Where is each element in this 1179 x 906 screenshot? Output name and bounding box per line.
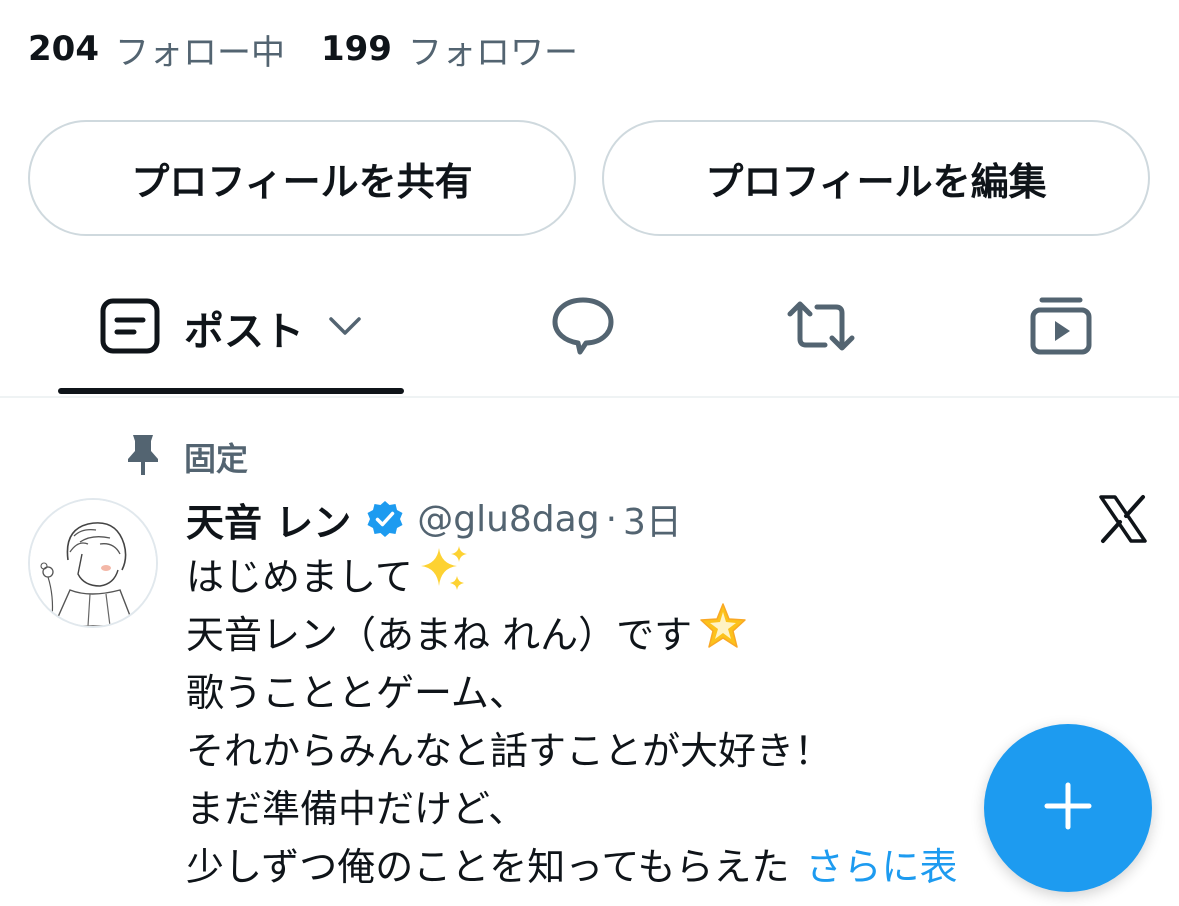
followers-label: フォロワー	[407, 32, 578, 73]
tweet-line-text: それからみんなと話すことが大好き！	[186, 729, 833, 773]
pinned-label: 固定	[184, 440, 249, 478]
avatar-illustration	[30, 500, 156, 626]
share-profile-button[interactable]: プロフィールを共有	[28, 120, 576, 236]
following-link[interactable]: 204 フォロー中	[28, 25, 285, 74]
verified-badge-icon	[365, 499, 405, 539]
tab-posts-label: ポスト	[184, 309, 304, 355]
tweet-line: はじめまして	[186, 546, 1146, 606]
avatar[interactable]	[28, 498, 158, 628]
follow-stats: 204 フォロー中 199 フォロワー	[28, 24, 614, 74]
reply-icon	[550, 295, 616, 361]
plus-icon	[1043, 781, 1093, 835]
separator-dot: ·	[605, 498, 618, 540]
compose-post-button[interactable]	[984, 724, 1152, 892]
active-tab-indicator	[58, 388, 404, 394]
tweet-line-text: 天音レン（あまね れん）です	[186, 613, 693, 657]
followers-link[interactable]: 199 フォロワー	[321, 25, 578, 74]
chevron-down-icon[interactable]	[328, 316, 362, 340]
edit-profile-button[interactable]: プロフィールを編集	[602, 120, 1150, 236]
author-handle[interactable]: @glu8dag	[417, 499, 599, 540]
followers-count: 199	[320, 29, 392, 69]
tweet-line-text: 歌うこととゲーム、	[186, 671, 527, 715]
tab-reposts[interactable]	[768, 262, 874, 394]
tab-posts[interactable]: ポスト	[58, 262, 404, 394]
x-logo-icon	[1098, 494, 1148, 544]
tweet-line-text: 少しずつ俺のことを知ってもらえた	[186, 845, 790, 889]
tweet-line-text: はじめまして	[186, 555, 413, 599]
sparkles-emoji-icon	[417, 544, 469, 610]
media-icon	[1030, 296, 1092, 360]
following-label: フォロー中	[114, 32, 285, 73]
tweet-line-text: まだ準備中だけど、	[186, 787, 527, 831]
posts-icon	[100, 298, 160, 358]
pin-icon	[124, 433, 162, 481]
glowing-star-emoji-icon	[696, 600, 750, 670]
show-more-link[interactable]: さらに表	[805, 838, 957, 896]
pinned-indicator: 固定	[124, 432, 248, 482]
tweet-header: 天音 レン @glu8dag · 3日	[186, 492, 682, 546]
profile-page: 204 フォロー中 199 フォロワー プロフィールを共有 プロフィールを編集 …	[0, 0, 1179, 906]
tab-replies[interactable]	[530, 262, 636, 394]
author-name[interactable]: 天音 レン	[186, 492, 351, 547]
tweet-line: 歌うこととゲーム、	[186, 664, 1146, 722]
tab-media[interactable]	[1008, 262, 1114, 394]
profile-tabs: ポスト	[0, 262, 1179, 398]
repost-icon	[785, 299, 857, 357]
following-count: 204	[28, 29, 99, 69]
tweet-line: 天音レン（あまね れん）です	[186, 603, 1146, 664]
tweet-time[interactable]: 3日	[623, 493, 682, 545]
